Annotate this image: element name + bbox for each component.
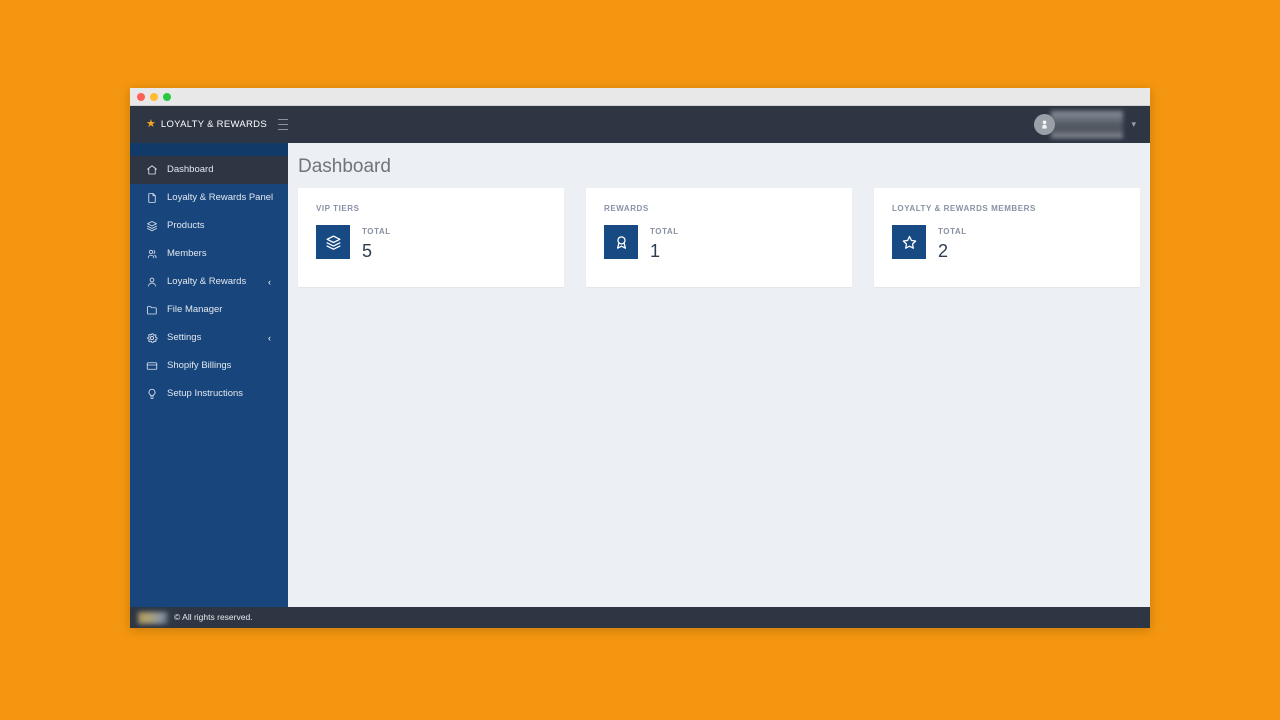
user-name-label bbox=[1051, 111, 1124, 138]
page-title: Dashboard bbox=[298, 156, 391, 177]
home-icon bbox=[146, 164, 158, 176]
stat-card-body: TOTAL 1 bbox=[604, 225, 834, 260]
browser-window: ★ LOYALTY & REWARDS ▾ Dashboard Loyalty … bbox=[130, 88, 1150, 628]
sidebar-item-products[interactable]: Products bbox=[130, 212, 288, 240]
app-header: ★ LOYALTY & REWARDS ▾ bbox=[130, 106, 1150, 143]
layers-icon bbox=[316, 225, 350, 259]
content-filler bbox=[288, 287, 1150, 607]
stat-card-rewards[interactable]: REWARDS TOTAL 1 bbox=[586, 188, 852, 287]
sidebar-item-label: Members bbox=[167, 248, 207, 260]
award-ribbon-icon bbox=[604, 225, 638, 259]
browser-title-bar bbox=[130, 88, 1150, 106]
sidebar-item-label: Setup Instructions bbox=[167, 388, 244, 400]
user-icon bbox=[146, 276, 158, 288]
users-icon bbox=[146, 248, 158, 260]
stat-card-total-label: TOTAL bbox=[650, 227, 679, 236]
sidebar-item-loyalty-rewards-panel[interactable]: Loyalty & Rewards Panel bbox=[130, 184, 288, 212]
sidebar: Dashboard Loyalty & Rewards Panel Produc… bbox=[130, 143, 288, 607]
sidebar-item-dashboard[interactable]: Dashboard bbox=[130, 156, 288, 184]
star-outline-icon bbox=[892, 225, 926, 259]
stat-card-total-label: TOTAL bbox=[938, 227, 967, 236]
stat-card-values: TOTAL 2 bbox=[938, 225, 967, 261]
hamburger-icon[interactable] bbox=[277, 119, 288, 130]
lightbulb-icon bbox=[146, 388, 158, 400]
sidebar-item-label: Dashboard bbox=[167, 164, 214, 176]
stat-card-total-value: 5 bbox=[362, 241, 373, 261]
app-body: Dashboard Loyalty & Rewards Panel Produc… bbox=[130, 143, 1150, 607]
sidebar-item-loyalty-rewards[interactable]: Loyalty & Rewards ‹ bbox=[130, 268, 288, 296]
sidebar-item-shopify-billings[interactable]: Shopify Billings bbox=[130, 352, 288, 380]
sidebar-item-label: File Manager bbox=[167, 304, 223, 316]
brand-title: LOYALTY & REWARDS bbox=[160, 119, 267, 130]
stat-card-loyalty-rewards-members[interactable]: LOYALTY & REWARDS MEMBERS TOTAL 2 bbox=[874, 188, 1140, 287]
stat-card-total-label: TOTAL bbox=[362, 227, 391, 236]
stat-card-vip-tiers[interactable]: VIP TIERS TOTAL 5 bbox=[298, 188, 564, 287]
sidebar-item-label: Products bbox=[167, 220, 205, 232]
copyright-text: © All rights reserved. bbox=[174, 612, 253, 623]
sidebar-filler bbox=[130, 408, 288, 607]
chevron-left-icon[interactable]: ‹ bbox=[268, 277, 271, 287]
stat-card-title: LOYALTY & REWARDS MEMBERS bbox=[892, 204, 1036, 213]
app-footer: © All rights reserved. bbox=[130, 607, 1150, 628]
stat-card-total-value: 2 bbox=[938, 241, 949, 261]
user-menu[interactable]: ▾ bbox=[1034, 106, 1136, 143]
sidebar-item-label: Shopify Billings bbox=[167, 360, 232, 372]
stat-cards-row: VIP TIERS TOTAL 5 REWARDS TOTAL 1 LOYALT… bbox=[288, 188, 1150, 287]
sidebar-item-file-manager[interactable]: File Manager bbox=[130, 296, 288, 324]
maximize-window-button[interactable] bbox=[163, 92, 171, 101]
sidebar-top-band bbox=[130, 143, 288, 156]
sidebar-item-setup-instructions[interactable]: Setup Instructions bbox=[130, 380, 288, 408]
stat-card-total-value: 1 bbox=[650, 241, 661, 261]
main-content: Dashboard VIP TIERS TOTAL 5 REWARDS TOTA… bbox=[288, 143, 1150, 607]
stat-card-values: TOTAL 1 bbox=[650, 225, 679, 261]
file-icon bbox=[146, 192, 158, 204]
sidebar-item-label: Loyalty & Rewards bbox=[167, 276, 247, 288]
credit-card-icon bbox=[146, 360, 158, 372]
brand-logo[interactable]: ★ LOYALTY & REWARDS bbox=[130, 106, 288, 143]
gear-icon bbox=[146, 332, 158, 344]
chevron-left-icon[interactable]: ‹ bbox=[268, 333, 271, 343]
stat-card-values: TOTAL 5 bbox=[362, 225, 391, 261]
stat-card-body: TOTAL 5 bbox=[316, 225, 546, 260]
minimize-window-button[interactable] bbox=[150, 92, 158, 101]
layers-icon bbox=[146, 220, 158, 232]
sidebar-item-settings[interactable]: Settings ‹ bbox=[130, 324, 288, 352]
close-window-button[interactable] bbox=[137, 92, 145, 101]
stat-card-title: VIP TIERS bbox=[316, 204, 360, 213]
star-icon: ★ bbox=[146, 118, 156, 130]
folder-icon bbox=[146, 304, 158, 316]
sidebar-item-members[interactable]: Members bbox=[130, 240, 288, 268]
chevron-down-icon[interactable]: ▾ bbox=[1131, 120, 1136, 129]
stat-card-body: TOTAL 2 bbox=[892, 225, 1122, 260]
sidebar-item-label: Settings bbox=[167, 332, 202, 344]
stat-card-title: REWARDS bbox=[604, 204, 649, 213]
footer-logo bbox=[138, 611, 168, 624]
sidebar-item-label: Loyalty & Rewards Panel bbox=[167, 192, 274, 204]
